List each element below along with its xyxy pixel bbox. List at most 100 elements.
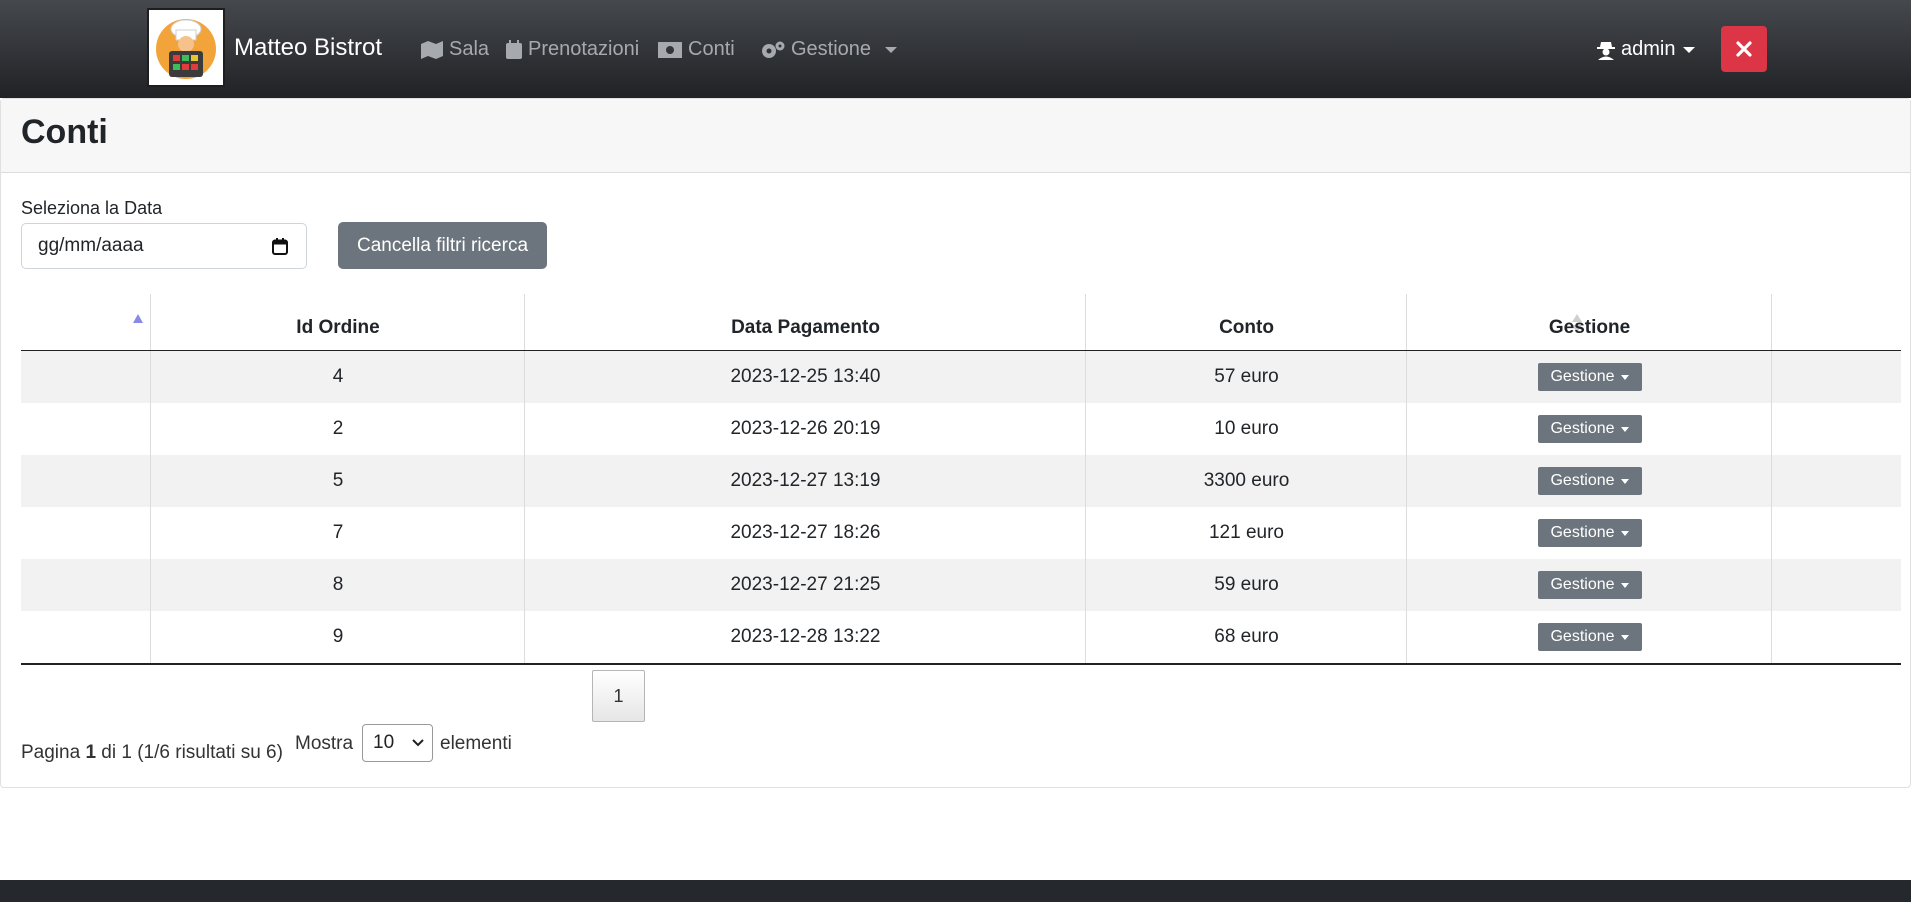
brand-name[interactable]: Matteo Bistrot [234,34,382,62]
nav-link-gestione[interactable]: Gestione [761,38,898,61]
date-placeholder: gg/mm/aaaa [38,235,144,256]
header-sort-column[interactable] [21,294,151,350]
header-label: Data Pagamento [731,317,880,338]
gestione-dropdown-button[interactable]: Gestione [1537,623,1642,651]
cell-date: 2023-12-28 13:22 [730,626,881,647]
date-label: Seleziona la Data [21,198,163,218]
cell-amount: 59 euro [1214,574,1279,595]
calendar-icon [506,40,522,59]
cell-id: 9 [332,626,344,647]
cell-amount: 3300 euro [1203,470,1290,491]
chevron-down-icon [1620,374,1629,380]
gestione-dropdown-button[interactable]: Gestione [1537,415,1642,443]
cell-amount: 57 euro [1214,366,1279,387]
header-extra [1772,294,1901,350]
page-button-1[interactable]: 1 [592,670,645,722]
footer [0,880,1911,902]
cell-date: 2023-12-26 20:19 [730,418,881,439]
table-header: Id Ordine Data Pagamento Conto Gestione [21,294,1901,351]
nav-link-label: Gestione [791,38,872,60]
nav-link-label: Sala [449,38,490,60]
cell-id: 7 [332,522,344,543]
header-id-ordine[interactable]: Id Ordine [151,294,525,350]
cell-amount: 10 euro [1214,418,1279,439]
gears-icon [762,41,785,58]
header-gestione[interactable]: Gestione [1407,294,1772,350]
user-menu[interactable]: admin [1597,38,1696,61]
info-current-page: 1 [85,742,97,763]
nav-link-label: Prenotazioni [528,38,640,60]
button-label: Gestione [1550,420,1615,437]
pagination-info: Pagina 1 di 1 (1/6 risultati su 6) [21,742,283,764]
nav-link-sala[interactable]: Sala [421,38,489,61]
clear-filters-button[interactable]: Cancella filtri ricerca [338,222,547,269]
button-label: Gestione [1550,576,1615,593]
navbar: Matteo Bistrot Sala Prenotazioni Conti G… [0,0,1911,98]
bills-table: Id Ordine Data Pagamento Conto Gestione … [21,294,1901,665]
date-input[interactable]: gg/mm/aaaa [21,223,307,269]
cell-actions: Gestione [1407,403,1772,455]
table-row: 2 2023-12-26 20:19 10 euro Gestione [21,403,1901,455]
chevron-down-icon [1620,634,1629,640]
cell-actions: Gestione [1407,507,1772,559]
calendar-picker-icon[interactable] [272,237,288,255]
cell-date: 2023-12-27 21:25 [730,574,881,595]
chevron-down-icon [1683,46,1696,53]
button-label: Gestione [1550,472,1615,489]
table-row: 4 2023-12-25 13:40 57 euro Gestione [21,351,1901,403]
nav-link-prenotazioni[interactable]: Prenotazioni [506,38,639,61]
cell-id: 5 [332,470,344,491]
cell-id: 4 [332,366,344,387]
map-icon [421,40,443,59]
chevron-down-icon [1620,530,1629,536]
sort-asc-icon [133,314,143,323]
cell-date: 2023-12-25 13:40 [730,366,881,387]
nav-link-conti[interactable]: Conti [658,38,735,61]
gestione-dropdown-button[interactable]: Gestione [1537,363,1642,391]
user-secret-icon [1597,41,1615,60]
card-header: Conti [1,99,1910,173]
info-suffix: di 1 (1/6 risultati su 6) [96,742,283,763]
gestione-dropdown-button[interactable]: Gestione [1537,467,1642,495]
chevron-down-icon [1620,426,1629,432]
table-row: 5 2023-12-27 13:19 3300 euro Gestione [21,455,1901,507]
close-button[interactable] [1721,26,1767,72]
chevron-down-icon [1620,582,1629,588]
table-bottom-border [21,663,1901,665]
header-conto[interactable]: Conto [1086,294,1407,350]
nav-link-label: Conti [688,38,735,60]
cell-id: 8 [332,574,344,595]
cell-actions: Gestione [1407,455,1772,507]
cell-actions: Gestione [1407,351,1772,403]
cell-amount: 68 euro [1214,626,1279,647]
show-label: Mostra [295,733,354,754]
cell-actions: Gestione [1407,559,1772,611]
page-size-value: 10 [373,732,395,753]
cell-date: 2023-12-27 18:26 [730,522,881,543]
brand-logo[interactable] [147,8,225,87]
header-data-pagamento[interactable]: Data Pagamento [525,294,1582,350]
button-label: Gestione [1550,368,1615,385]
button-label: Gestione [1550,628,1615,645]
close-icon [1736,41,1752,57]
table-row: 7 2023-12-27 18:26 121 euro Gestione [21,507,1901,559]
cell-id: 2 [332,418,344,439]
chevron-down-icon [885,46,898,53]
cell-amount: 121 euro [1208,522,1284,543]
page-size-select[interactable]: 10 [362,724,433,762]
chevron-down-icon [412,739,424,747]
table-row: 9 2023-12-28 13:22 68 euro Gestione [21,611,1901,663]
gestione-dropdown-button[interactable]: Gestione [1537,571,1642,599]
gestione-dropdown-button[interactable]: Gestione [1537,519,1642,547]
items-label: elementi [440,733,512,754]
table-row: 8 2023-12-27 21:25 59 euro Gestione [21,559,1901,611]
money-bill-icon [658,41,682,58]
info-prefix: Pagina [21,742,86,763]
page-title: Conti [21,113,108,151]
cell-actions: Gestione [1407,611,1772,663]
button-label: Gestione [1550,524,1615,541]
chef-calculator-icon [156,18,216,79]
chevron-down-icon [1620,478,1629,484]
user-name: admin [1621,38,1676,60]
cell-date: 2023-12-27 13:19 [730,470,881,491]
